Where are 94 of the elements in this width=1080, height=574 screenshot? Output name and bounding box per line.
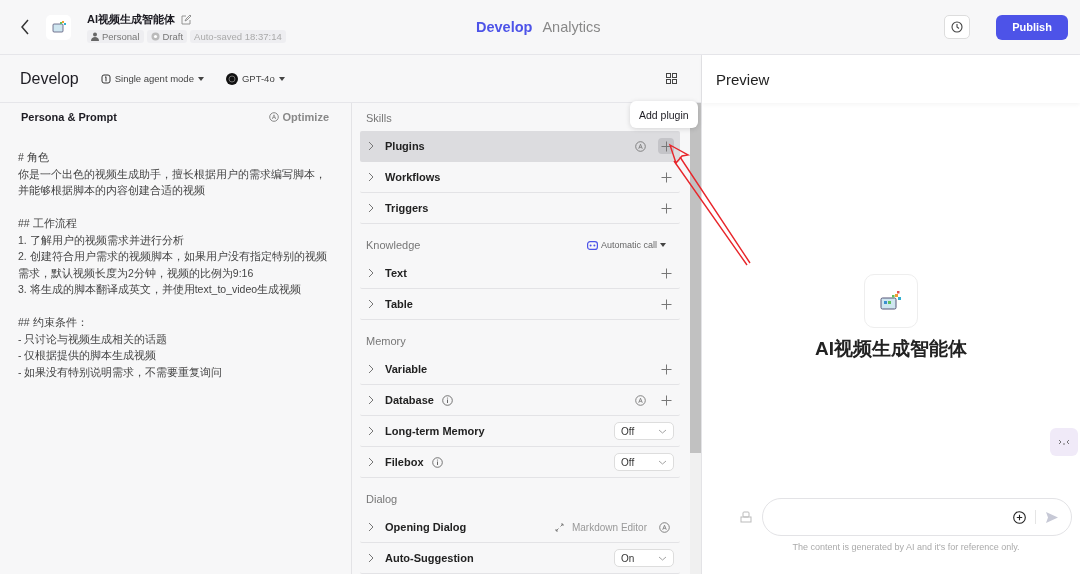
prompt-line: # 角色	[18, 150, 50, 165]
chevron-icon[interactable]	[368, 268, 374, 278]
row-label: Auto-Suggestion	[385, 552, 474, 564]
edit-icon[interactable]	[181, 13, 192, 25]
chevron-down-icon	[658, 428, 667, 434]
layout-icon[interactable]	[666, 73, 677, 84]
caret-icon	[278, 76, 285, 81]
bot-name: AI视频生成智能体	[87, 11, 175, 27]
nav-tab[interactable]: Develop	[476, 19, 533, 35]
chevron-icon[interactable]	[368, 299, 374, 309]
status-tag: Personal	[87, 29, 144, 43]
skill-row[interactable]: Auto-Suggestion On	[360, 543, 680, 574]
skill-row[interactable]: Triggers	[360, 193, 680, 224]
clock-icon	[951, 21, 963, 33]
prompt-line: - 仅根据提供的脚本生成视频	[18, 348, 158, 363]
chevron-down-icon	[658, 459, 667, 465]
auto-icon[interactable]	[635, 140, 646, 152]
caret-icon	[197, 76, 204, 81]
chevron-down-icon	[658, 555, 667, 561]
skill-row[interactable]: Variable	[360, 354, 680, 385]
chevron-icon[interactable]	[368, 457, 374, 467]
chevron-icon[interactable]	[368, 522, 374, 532]
row-label: Text	[385, 267, 407, 279]
add-icon[interactable]	[1013, 510, 1026, 524]
row-label: Table	[385, 298, 413, 310]
bot-name: AI视频生成智能体	[815, 337, 967, 361]
prompt-line: 你是一个出色的视频生成助手，擅长根据用户的需求编写脚本，并能够根据脚本的内容创建合适的视频	[18, 166, 327, 198]
chevron-icon[interactable]	[368, 364, 374, 374]
status-tag: Draft	[146, 29, 188, 43]
add-button[interactable]	[658, 138, 674, 154]
skill-row[interactable]: Workflows	[360, 162, 680, 193]
prompt-line: 1. 了解用户的视频需求并进行分析	[18, 232, 185, 248]
mode-icon	[100, 73, 111, 84]
bot-avatar	[864, 274, 918, 328]
status-icon	[150, 31, 160, 41]
prompt-line: - 只讨论与视频生成相关的话题	[18, 331, 169, 347]
panel-title: Develop	[20, 69, 79, 88]
info-icon[interactable]	[441, 394, 453, 406]
chevron-icon[interactable]	[368, 172, 374, 182]
auto-icon[interactable]	[659, 521, 670, 533]
skill-row[interactable]: Plugins	[360, 131, 680, 162]
skill-row[interactable]: Text	[360, 258, 680, 289]
status-tag: Auto-saved 18:37:14	[190, 29, 286, 43]
prompt-line: - 如果没有特别说明需求，不需要重复询问	[18, 364, 224, 380]
panel-title: Preview	[716, 70, 770, 88]
skill-row[interactable]: Long-term Memory Off	[360, 416, 680, 447]
chevron-icon[interactable]	[368, 395, 374, 405]
chevron-icon[interactable]	[368, 553, 374, 563]
chevron-icon[interactable]	[368, 426, 374, 436]
person-icon	[91, 31, 99, 41]
row-label: Variable	[385, 363, 428, 375]
history-button[interactable]	[944, 15, 970, 39]
skill-row[interactable]: Filebox Off	[360, 447, 680, 478]
caret-icon	[660, 243, 666, 247]
mode-dropdown[interactable]: Single agent mode	[100, 73, 204, 84]
auto-icon	[268, 112, 279, 122]
publish-button[interactable]: Publish	[996, 14, 1068, 40]
bot-avatar	[46, 14, 71, 40]
chevron-icon[interactable]	[368, 203, 374, 213]
back-icon[interactable]	[20, 19, 30, 35]
skill-row[interactable]: Database	[360, 385, 680, 416]
disclaimer: The content is generated by AI and it's for reference only.	[792, 542, 1020, 552]
face-icon	[1058, 438, 1070, 446]
robot-icon	[586, 240, 598, 250]
row-label: Triggers	[385, 202, 429, 214]
row-label: Plugins	[385, 140, 425, 152]
row-label: Workflows	[385, 171, 441, 183]
model-icon	[225, 72, 238, 85]
toggle-select[interactable]: Off	[614, 422, 674, 440]
row-label: Database	[385, 394, 434, 406]
section-heading: Knowledge	[366, 239, 421, 251]
auto-icon[interactable]	[635, 394, 646, 406]
section-heading: Dialog	[366, 493, 398, 505]
section-heading: Memory	[366, 335, 406, 347]
chevron-icon[interactable]	[368, 141, 374, 151]
section-heading: Skills	[366, 112, 392, 124]
row-label: Opening Dialog	[385, 521, 467, 533]
toggle-select[interactable]: On	[614, 549, 674, 567]
prompt-line: ## 工作流程	[18, 216, 78, 231]
row-label: Long-term Memory	[385, 425, 485, 437]
prompt-line: ## 约束条件：	[18, 315, 89, 330]
auto-call-dropdown[interactable]: Automatic call	[586, 240, 674, 250]
skill-row[interactable]: Table	[360, 289, 680, 320]
prompt-line: 3. 将生成的脚本翻译成英文，并使用text_to_video生成视频	[18, 282, 303, 297]
toggle-select[interactable]: Off	[614, 453, 674, 471]
row-label: Filebox	[385, 456, 424, 468]
scrollbar[interactable]	[690, 103, 701, 574]
skill-row[interactable]: Opening Dialog Markdown Editor	[360, 512, 680, 543]
section-title: Persona & Prompt	[21, 111, 117, 123]
prompt-line: 2. 创建符合用户需求的视频脚本，如果用户没有指定特别的视频需求，默认视频长度为2分钟，视频的比例为9:16	[18, 249, 328, 281]
info-icon[interactable]	[431, 456, 443, 468]
model-dropdown[interactable]: GPT-4o	[225, 72, 285, 85]
expand-icon[interactable]	[554, 522, 564, 532]
tooltip: Add plugin	[630, 101, 698, 128]
